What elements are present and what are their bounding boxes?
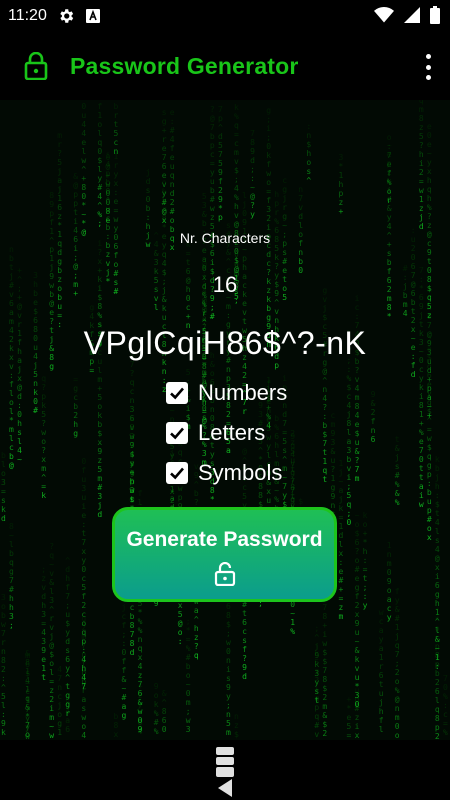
- navigation-bar: [0, 740, 450, 800]
- lock-icon: [24, 52, 48, 80]
- cellular-icon: [404, 7, 420, 23]
- battery-icon: [430, 6, 440, 24]
- option-numbers[interactable]: Numbers: [166, 378, 287, 408]
- generate-password-button[interactable]: Generate Password: [112, 507, 337, 602]
- app-bar: Password Generator: [0, 32, 450, 100]
- symbols-label: Symbols: [198, 460, 283, 485]
- option-letters[interactable]: Letters: [166, 418, 265, 448]
- app-title: Password Generator: [70, 52, 299, 79]
- status-bar: 11:20: [0, 0, 450, 32]
- length-label: Nr. Characters: [179, 230, 271, 246]
- option-symbols[interactable]: Symbols: [166, 458, 282, 488]
- check-icon: [170, 467, 184, 480]
- numbers-checkbox[interactable]: [166, 382, 188, 404]
- keyboard-a-icon: [85, 9, 100, 23]
- check-icon: [170, 427, 184, 440]
- status-time: 11:20: [8, 7, 47, 24]
- letters-label: Letters: [198, 420, 266, 445]
- lock-open-icon: [214, 562, 236, 586]
- generate-password-label: Generate Password: [126, 528, 323, 551]
- generator-panel: Nr. Characters 16 VPglCqiH86$^?-nK Numbe…: [0, 100, 450, 740]
- more-vert-icon[interactable]: [424, 54, 432, 80]
- letters-checkbox[interactable]: [166, 422, 188, 444]
- wifi-icon: [374, 7, 394, 23]
- length-value[interactable]: 16: [0, 272, 450, 298]
- password-output[interactable]: VPglCqiH86$^?-nK: [0, 325, 450, 362]
- gesture-handle-icon[interactable]: [210, 745, 240, 797]
- settings-icon: [60, 9, 74, 23]
- status-notification-icons: [57, 7, 101, 25]
- check-icon: [170, 387, 184, 400]
- numbers-label: Numbers: [198, 380, 288, 405]
- status-system-icons: [374, 6, 440, 24]
- symbols-checkbox[interactable]: [166, 462, 188, 484]
